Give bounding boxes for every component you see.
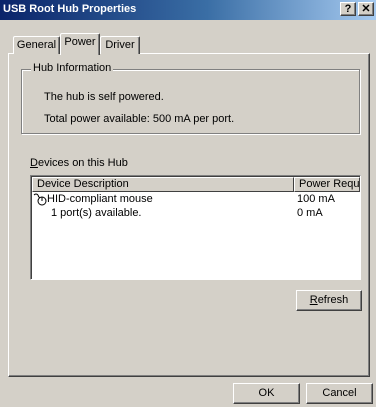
tab-driver[interactable]: Driver (100, 36, 140, 54)
ok-button[interactable]: OK (233, 383, 300, 404)
close-button[interactable]: ✕ (358, 2, 374, 16)
device-description: HID-compliant mouse (47, 193, 153, 205)
hub-information-legend: Hub Information (31, 62, 114, 74)
device-row[interactable]: 1 port(s) available. 0 mA (32, 207, 359, 220)
column-header-description[interactable]: Device Description (32, 177, 294, 192)
total-power-text: Total power available: 500 mA per port. (44, 113, 235, 125)
close-icon: ✕ (361, 3, 371, 15)
column-header-power[interactable]: Power Required (294, 177, 360, 192)
title-bar[interactable]: USB Root Hub Properties ? ✕ (0, 0, 376, 20)
devices-label: Devices on this Hub (30, 157, 128, 169)
device-power: 0 mA (297, 207, 323, 219)
device-row[interactable]: HID-compliant mouse 100 mA (32, 193, 359, 206)
help-button[interactable]: ? (340, 2, 356, 16)
refresh-accel: R (309, 294, 318, 306)
devices-list[interactable]: Device Description Power Required HID-co… (30, 175, 361, 280)
device-description: 1 port(s) available. (51, 207, 142, 219)
refresh-label-rest: efresh (317, 294, 349, 306)
devices-label-accel: D (30, 157, 38, 169)
window-title: USB Root Hub Properties (3, 3, 137, 15)
device-power: 100 mA (297, 193, 335, 205)
self-powered-text: The hub is self powered. (44, 91, 164, 103)
properties-dialog: USB Root Hub Properties ? ✕ General Powe… (0, 0, 376, 407)
devices-label-rest: evices on this Hub (37, 157, 128, 169)
cancel-button[interactable]: Cancel (306, 383, 373, 404)
tab-general[interactable]: General (13, 36, 60, 54)
tab-power[interactable]: Power (60, 33, 100, 55)
refresh-button[interactable]: Refresh (296, 290, 362, 311)
